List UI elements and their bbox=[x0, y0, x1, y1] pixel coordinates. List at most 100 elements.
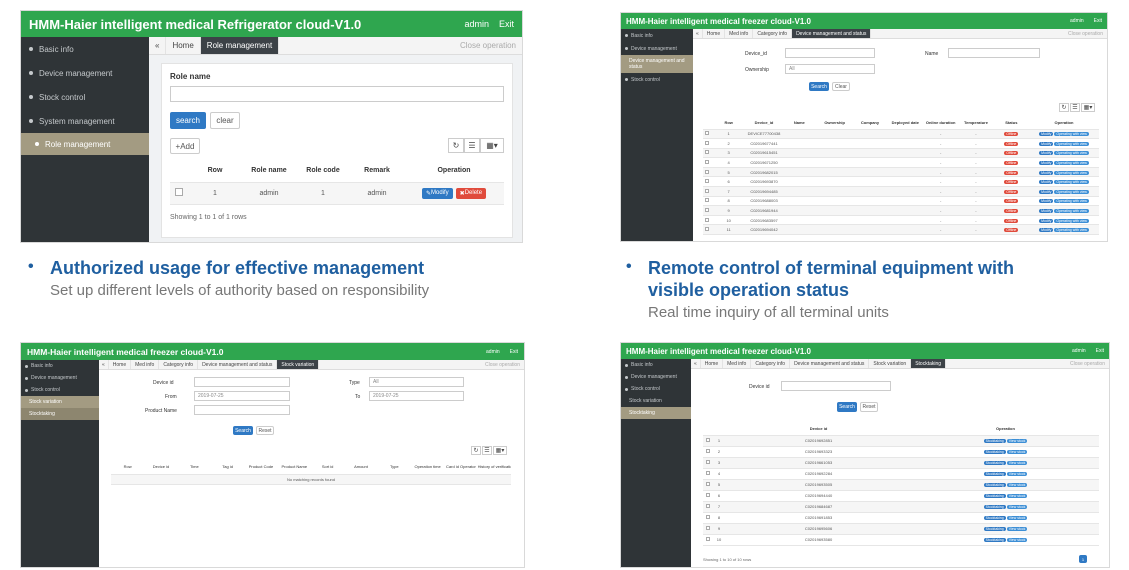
tab-med-info[interactable]: Med info bbox=[725, 29, 754, 38]
name-input[interactable] bbox=[948, 48, 1040, 58]
column-header[interactable]: Ownership bbox=[816, 117, 853, 130]
sidebar-item-device-status[interactable]: Device management and status bbox=[621, 55, 693, 73]
operating-view-button[interactable]: Operating with view bbox=[1054, 199, 1089, 204]
stocktaking-button[interactable]: Stocktaking bbox=[983, 461, 1006, 465]
row-checkbox[interactable] bbox=[706, 515, 710, 519]
stocktaking-button[interactable]: Stocktaking bbox=[983, 439, 1006, 443]
search-button[interactable]: Search bbox=[837, 402, 857, 412]
modify-button[interactable]: Modify bbox=[1039, 199, 1054, 204]
column-header[interactable]: Remark bbox=[350, 160, 404, 183]
reset-button[interactable]: Reset bbox=[256, 426, 274, 435]
operating-view-button[interactable]: Operating with view bbox=[1054, 151, 1089, 156]
sidebar-item-role-management[interactable]: Role management bbox=[21, 133, 149, 155]
row-checkbox[interactable] bbox=[705, 227, 709, 232]
column-header[interactable]: Operation bbox=[1029, 117, 1099, 130]
sidebar-item-basic-info[interactable]: Basic info bbox=[21, 360, 99, 372]
row-checkbox[interactable] bbox=[175, 188, 183, 196]
list-view-icon[interactable]: ☰ bbox=[1070, 103, 1080, 112]
operating-view-button[interactable]: Operating with view bbox=[1054, 228, 1089, 233]
tab-category-info[interactable]: Category info bbox=[751, 359, 791, 368]
tab-stocktaking[interactable]: Stocktaking bbox=[911, 359, 947, 368]
view-stock-button[interactable]: View stock bbox=[1006, 439, 1028, 443]
modify-button[interactable]: Modify bbox=[1039, 218, 1054, 223]
column-header[interactable]: Temperature bbox=[958, 117, 994, 130]
column-header[interactable]: Device id bbox=[144, 460, 178, 475]
column-header[interactable]: Status bbox=[993, 117, 1029, 130]
tab-stock-variation[interactable]: Stock variation bbox=[277, 360, 320, 369]
tab-category-info[interactable]: Category info bbox=[753, 29, 793, 38]
exit-link[interactable]: Exit bbox=[1094, 18, 1102, 24]
stocktaking-button[interactable]: Stocktaking bbox=[983, 494, 1006, 498]
columns-icon[interactable]: ▦▾ bbox=[493, 446, 507, 455]
exit-link[interactable]: Exit bbox=[510, 349, 518, 355]
column-header[interactable]: Operation time bbox=[410, 460, 445, 475]
table-row[interactable]: 7 C02019684687 Stocktaking View stock bbox=[703, 501, 1099, 513]
tab-home[interactable]: Home bbox=[166, 37, 201, 54]
table-row[interactable]: 10 C02019683597- - Offline Modify Operating w… bbox=[703, 215, 1099, 226]
table-row[interactable]: 1 C02019692851 Stocktaking View stock bbox=[703, 435, 1099, 447]
type-select[interactable]: All bbox=[369, 377, 464, 387]
sidebar-item-basic-info[interactable]: Basic info bbox=[21, 37, 149, 61]
add-button[interactable]: + Add bbox=[170, 138, 200, 154]
row-checkbox[interactable] bbox=[705, 217, 709, 222]
row-checkbox[interactable] bbox=[705, 169, 709, 174]
column-header[interactable]: Type bbox=[377, 460, 411, 475]
tab-back[interactable]: « bbox=[693, 29, 703, 38]
column-header[interactable]: Card id Operator bbox=[444, 460, 478, 475]
close-operation-menu[interactable]: Close operation bbox=[1066, 359, 1109, 368]
tab-device-status[interactable]: Device management and status bbox=[198, 360, 278, 369]
column-header[interactable]: Operation bbox=[912, 423, 1099, 436]
role-name-input[interactable] bbox=[170, 86, 504, 102]
table-row[interactable]: 4 C02019671250- - Offline Modify Operating wi… bbox=[703, 157, 1099, 168]
modify-button[interactable]: Modify bbox=[1039, 209, 1054, 214]
user-name[interactable]: admin bbox=[1072, 348, 1086, 354]
table-row[interactable]: 6 C02019693870- - Offline Modify Operating wi… bbox=[703, 176, 1099, 188]
column-header[interactable]: Name bbox=[781, 117, 817, 130]
refresh-icon[interactable]: ↻ bbox=[471, 446, 481, 455]
modify-button[interactable]: Modify bbox=[1039, 189, 1054, 194]
modify-button[interactable]: Modify bbox=[1039, 151, 1054, 156]
sidebar-item-stock-variation[interactable]: Stock variation bbox=[21, 396, 99, 408]
modify-button[interactable]: Modify bbox=[1039, 161, 1054, 166]
view-stock-button[interactable]: View stock bbox=[1006, 538, 1028, 542]
sidebar-item-stocktaking[interactable]: Stocktaking bbox=[621, 407, 691, 419]
sidebar-item-stocktaking[interactable]: Stocktaking bbox=[21, 408, 99, 420]
row-checkbox[interactable] bbox=[705, 179, 709, 184]
view-stock-button[interactable]: View stock bbox=[1006, 505, 1028, 509]
table-row[interactable]: 7 C02019694485- - Offline Modify Operating wi… bbox=[703, 186, 1099, 197]
table-row[interactable]: 6 C02019694440 Stocktaking View stock bbox=[703, 490, 1099, 502]
row-checkbox[interactable] bbox=[706, 526, 710, 530]
tab-back[interactable]: « bbox=[149, 37, 167, 54]
column-header[interactable]: Operation bbox=[404, 160, 504, 183]
modify-button[interactable]: Modify bbox=[1039, 141, 1054, 146]
row-checkbox[interactable] bbox=[705, 198, 709, 203]
stocktaking-button[interactable]: Stocktaking bbox=[983, 527, 1006, 531]
device-id-input[interactable] bbox=[194, 377, 290, 387]
operating-view-button[interactable]: Operating with view bbox=[1054, 141, 1089, 146]
table-row[interactable]: 1 DEVICE77700438- - Offline Modify Operating … bbox=[703, 129, 1099, 140]
tab-back[interactable]: « bbox=[691, 359, 701, 368]
sidebar-item-device-management[interactable]: Device management bbox=[621, 42, 693, 55]
table-row[interactable]: 10 C02019693580 Stocktaking View stock bbox=[703, 534, 1099, 546]
row-checkbox[interactable] bbox=[705, 160, 709, 165]
clear-button[interactable]: Clear bbox=[832, 82, 850, 91]
view-stock-button[interactable]: View stock bbox=[1006, 516, 1028, 520]
to-date-input[interactable]: 2019-07-25 bbox=[369, 391, 464, 401]
row-checkbox[interactable] bbox=[706, 504, 710, 508]
ownership-select[interactable]: All bbox=[785, 64, 875, 74]
user-name[interactable]: admin bbox=[464, 19, 489, 29]
refresh-icon[interactable]: ↻ bbox=[1059, 103, 1069, 112]
tab-category-info[interactable]: Category info bbox=[159, 360, 199, 369]
tab-role-management[interactable]: Role management bbox=[200, 37, 280, 54]
stocktaking-button[interactable]: Stocktaking bbox=[983, 516, 1006, 520]
table-row[interactable]: 8 C02019688003- - Offline Modify Operating wi… bbox=[703, 196, 1099, 207]
column-header[interactable]: Online duration bbox=[922, 117, 959, 130]
modify-button[interactable]: ✎ Modify bbox=[421, 187, 453, 199]
table-row[interactable]: 1 admin 1 admin ✎ Modify ✖ Delete bbox=[170, 182, 504, 205]
column-header[interactable]: Device id bbox=[725, 423, 912, 436]
refresh-icon[interactable]: ↻ bbox=[448, 138, 464, 153]
row-checkbox[interactable] bbox=[706, 449, 710, 453]
close-operation-menu[interactable]: Close operation bbox=[454, 37, 522, 54]
tab-med-info[interactable]: Med info bbox=[131, 360, 160, 369]
modify-button[interactable]: Modify bbox=[1039, 228, 1054, 233]
